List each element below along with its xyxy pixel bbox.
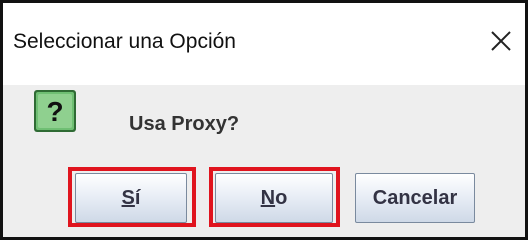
dialog-message: Usa Proxy? xyxy=(129,113,240,135)
dialog-title: Seleccionar una Opción xyxy=(13,30,236,53)
no-mnemonic: N xyxy=(260,186,276,209)
dialog-body: ? Usa Proxy? Sí No Cancelar xyxy=(3,85,525,237)
yes-mnemonic: S xyxy=(121,186,135,209)
option-dialog: Seleccionar una Opción ? Usa Proxy? Sí N… xyxy=(0,0,528,240)
yes-button[interactable]: Sí xyxy=(75,173,187,223)
title-bar: Seleccionar una Opción xyxy=(3,3,525,85)
yes-label-rest: í xyxy=(134,186,141,209)
question-glyph: ? xyxy=(46,96,63,127)
close-icon xyxy=(491,31,511,51)
no-button[interactable]: No xyxy=(215,173,333,223)
cancel-button[interactable]: Cancelar xyxy=(355,173,475,223)
no-label-rest: o xyxy=(275,186,288,209)
question-icon: ? xyxy=(34,90,76,132)
close-button[interactable] xyxy=(481,21,521,61)
cancel-label: Cancelar xyxy=(372,186,458,209)
